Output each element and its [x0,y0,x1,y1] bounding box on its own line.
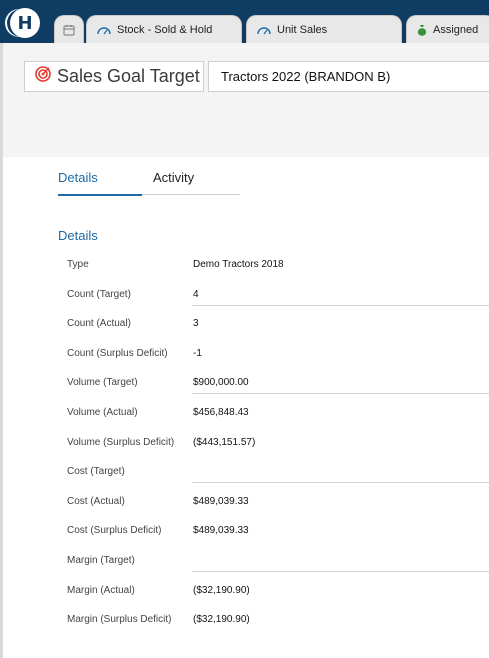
calendar-icon [63,24,75,36]
logo-h-icon: H [10,8,40,38]
record-type-box: Sales Goal Target [24,61,204,92]
field-value: ($32,190.90) [193,585,250,596]
tab-unit-sales[interactable]: Unit Sales [246,15,402,43]
money-bag-icon [417,24,427,36]
field-value: Demo Tractors 2018 [193,259,284,270]
field-label: Margin (Actual) [67,585,135,596]
field-value: $456,848.43 [193,407,249,418]
field-value: $489,039.33 [193,496,249,507]
page-title: Sales Goal Target [57,66,200,86]
field-value: 3 [193,318,199,329]
field-value: ($32,190.90) [193,614,250,625]
field-input-underline [192,305,489,306]
tab-assigned[interactable]: Assigned [406,15,489,43]
field-label: Volume (Surplus Deficit) [67,437,175,448]
tab-activity[interactable]: Activity [153,170,194,185]
field-value: -1 [193,348,202,359]
app-topbar: H Stock - Sold & Hold Unit Sales Assigne… [0,0,489,43]
target-icon [35,66,51,87]
field-input-underline [192,482,489,483]
section-title: Details [58,228,98,243]
field-label: Type [67,259,89,270]
tab-stock-sold-hold[interactable]: Stock - Sold & Hold [86,15,242,43]
field-value[interactable]: 4 [193,289,199,300]
tab-label: Assigned [433,23,479,36]
field-label: Cost (Actual) [67,496,125,507]
gauge-icon [97,25,111,35]
tab-details[interactable]: Details [58,170,98,185]
field-label: Margin (Surplus Deficit) [67,614,172,625]
tab-calendar[interactable] [54,15,84,43]
record-name: Tractors 2022 (BRANDON B) [208,61,489,92]
field-value: $489,039.33 [193,525,249,536]
left-edge [0,43,3,658]
field-value[interactable]: $900,000.00 [193,377,249,388]
field-label: Volume (Actual) [67,407,138,418]
active-tab-indicator [58,194,142,196]
gauge-icon [257,25,271,35]
field-label: Margin (Target) [67,555,135,566]
field-label: Count (Actual) [67,318,131,329]
field-value: ($443,151.57) [193,437,256,448]
field-label: Cost (Surplus Deficit) [67,525,162,536]
tab-label: Stock - Sold & Hold [117,23,213,36]
field-label: Count (Surplus Deficit) [67,348,168,359]
tab-label: Unit Sales [277,23,328,36]
field-label: Cost (Target) [67,466,125,477]
field-label: Volume (Target) [67,377,138,388]
field-input-underline [192,393,489,394]
app-logo[interactable]: H [6,6,44,40]
field-label: Count (Target) [67,289,131,300]
field-input-underline [192,571,489,572]
